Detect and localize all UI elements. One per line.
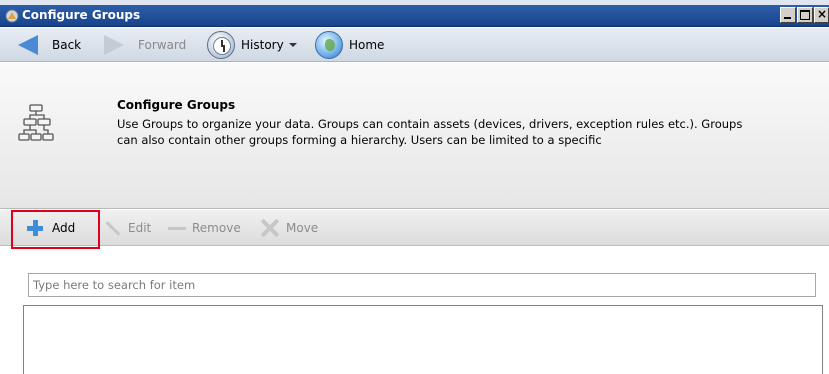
close-button[interactable]: × [814, 7, 829, 23]
minus-icon [168, 226, 186, 230]
page-header: Configure Groups Use Groups to organize … [0, 63, 829, 209]
add-button[interactable]: Add [27, 210, 75, 246]
plus-icon [27, 220, 43, 236]
home-button[interactable]: Home [315, 28, 384, 62]
move-tools-icon [258, 217, 280, 239]
search-input[interactable] [28, 273, 816, 297]
history-button[interactable]: History [207, 28, 297, 62]
navigation-toolbar: Back Forward History Home [0, 28, 829, 62]
remove-label: Remove [192, 221, 241, 235]
app-icon [5, 9, 19, 23]
back-arrow-icon [18, 35, 38, 55]
group-list[interactable] [23, 305, 823, 374]
action-toolbar: Add Edit Remove Move [0, 210, 829, 249]
history-label: History [241, 38, 284, 52]
back-label: Back [52, 38, 82, 52]
forward-arrow-icon [104, 35, 124, 55]
close-icon: × [817, 7, 828, 21]
remove-button[interactable]: Remove [168, 210, 241, 246]
forward-button[interactable]: Forward [104, 28, 186, 62]
page-description: Use Groups to organize your data. Groups… [117, 117, 743, 147]
window-title: Configure Groups [22, 8, 141, 22]
forward-label: Forward [138, 38, 187, 52]
maximize-button[interactable] [797, 7, 813, 23]
move-button[interactable]: Move [258, 210, 318, 246]
page-title: Configure Groups [117, 98, 236, 112]
edit-label: Edit [128, 221, 152, 235]
move-label: Move [286, 221, 319, 235]
pencil-icon [105, 220, 121, 236]
history-clock-icon [207, 31, 235, 59]
window-controls: × [779, 7, 829, 25]
title-bar: Configure Groups × [0, 5, 829, 27]
home-globe-icon [315, 31, 343, 59]
minimize-button[interactable] [780, 7, 796, 23]
group-hierarchy-icon [18, 104, 54, 141]
add-label: Add [52, 221, 76, 235]
back-button[interactable]: Back [18, 28, 81, 62]
chevron-down-icon [288, 43, 297, 47]
home-label: Home [349, 38, 385, 52]
edit-button[interactable]: Edit [104, 210, 151, 246]
